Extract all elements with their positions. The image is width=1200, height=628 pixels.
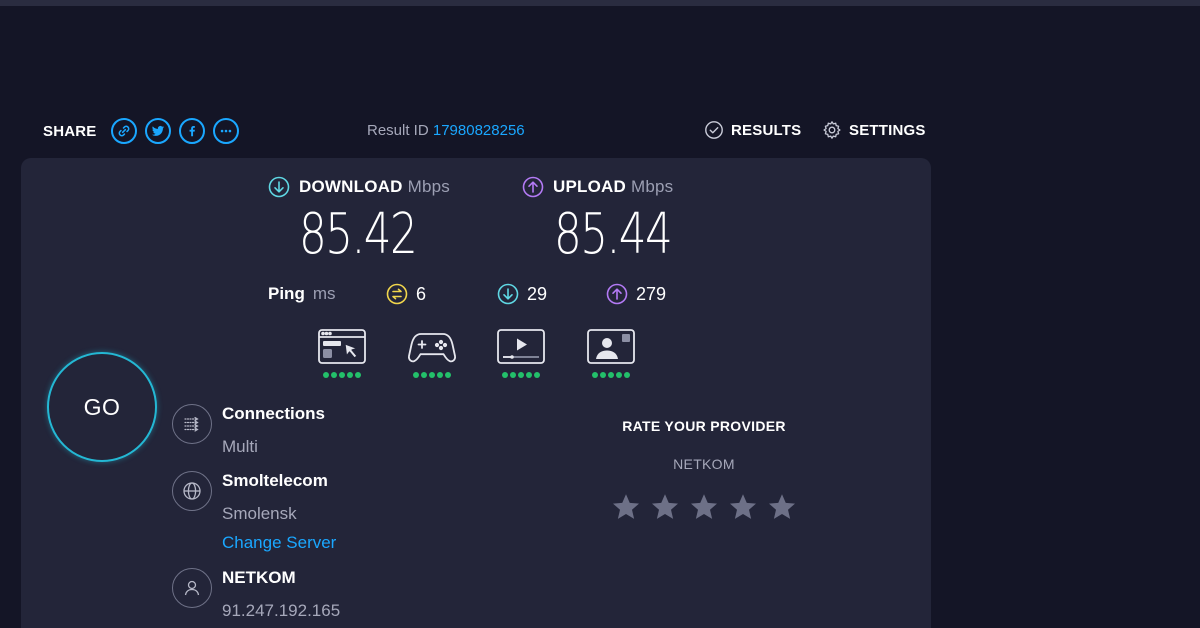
upload-latency-value: 279 <box>636 283 667 304</box>
quality-dots <box>412 372 452 378</box>
quality-dot <box>347 372 353 378</box>
idle-latency: 6 <box>386 282 426 306</box>
upload-value: 85.44 <box>554 202 673 267</box>
results-label: RESULTS <box>731 121 802 139</box>
download-latency: 29 <box>497 282 547 306</box>
upload-arrow-icon <box>522 176 544 198</box>
download-arrow-icon <box>268 176 290 198</box>
connections-title: Connections <box>222 404 325 423</box>
isp-name: NETKOM <box>222 568 296 587</box>
upload-latency-icon <box>606 283 628 305</box>
star-icon[interactable] <box>767 492 797 522</box>
rate-title: RATE YOUR PROVIDER <box>622 418 786 434</box>
quality-dot <box>445 372 451 378</box>
quality-dot <box>624 372 630 378</box>
star-icon[interactable] <box>728 492 758 522</box>
go-button[interactable]: GO <box>47 352 157 462</box>
quality-dot <box>534 372 540 378</box>
settings-label: SETTINGS <box>849 121 926 139</box>
idle-latency-value: 6 <box>416 283 427 304</box>
rate-provider-name: NETKOM <box>673 456 735 472</box>
quality-dot <box>331 372 337 378</box>
link-icon[interactable] <box>110 118 137 144</box>
ping-row: Ping ms 6 29 279 <box>268 282 666 306</box>
upload-unit: Mbps <box>630 177 674 196</box>
more-icon[interactable] <box>212 118 239 144</box>
download-label: DOWNLOAD <box>299 177 403 196</box>
upload-metric: UPLOAD Mbps 85.44 <box>522 176 704 267</box>
result-id: Result ID 17980828256 <box>367 122 525 139</box>
quality-dot <box>592 372 598 378</box>
video-call-icon <box>587 329 635 364</box>
result-id-link[interactable]: 17980828256 <box>433 122 525 139</box>
ping-label: Ping <box>268 284 305 303</box>
quality-dot <box>413 372 419 378</box>
share-bar: SHARE <box>43 116 239 146</box>
quality-dot <box>339 372 345 378</box>
ping-unit: ms <box>312 284 336 303</box>
connections-mode[interactable]: Multi <box>222 437 325 457</box>
change-server-link[interactable]: Change Server <box>222 533 336 553</box>
quality-dots <box>322 372 362 378</box>
quality-dot <box>518 372 524 378</box>
download-latency-icon <box>497 283 519 305</box>
quality-dot <box>616 372 622 378</box>
rate-provider: RATE YOUR PROVIDER NETKOM <box>584 418 824 522</box>
download-metric: DOWNLOAD Mbps 85.42 <box>268 176 450 267</box>
results-button[interactable]: RESULTS <box>704 120 801 140</box>
globe-icon <box>172 471 212 511</box>
user-icon <box>172 568 212 608</box>
web-browsing-quality[interactable] <box>316 328 368 378</box>
star-rating <box>584 492 824 522</box>
connections-icon <box>172 404 212 444</box>
quality-dot <box>608 372 614 378</box>
server-name: Smoltelecom <box>222 471 328 490</box>
result-id-label: Result ID <box>367 122 429 139</box>
quality-dot <box>600 372 606 378</box>
web-browsing-icon <box>318 329 366 364</box>
star-icon[interactable] <box>650 492 680 522</box>
video-streaming-icon <box>497 329 545 364</box>
quality-dot <box>421 372 427 378</box>
gaming-icon <box>408 333 456 363</box>
quality-dot <box>429 372 435 378</box>
quality-dot <box>510 372 516 378</box>
idle-latency-icon <box>386 283 408 305</box>
quality-dot <box>526 372 532 378</box>
star-icon[interactable] <box>689 492 719 522</box>
download-latency-value: 29 <box>527 283 548 304</box>
server-location: Smolensk <box>222 504 297 523</box>
gaming-quality[interactable] <box>406 328 458 378</box>
quality-dot <box>502 372 508 378</box>
quality-dots <box>501 372 541 378</box>
download-unit: Mbps <box>407 177 450 196</box>
check-circle-icon <box>705 121 723 139</box>
settings-button[interactable]: SETTINGS <box>822 120 926 140</box>
facebook-icon[interactable] <box>178 118 205 144</box>
top-bar <box>0 0 1200 6</box>
ip-address: 91.247.192.165 <box>222 601 341 620</box>
upload-label: UPLOAD <box>553 177 626 196</box>
quality-dots <box>591 372 631 378</box>
share-label: SHARE <box>43 122 97 140</box>
twitter-icon[interactable] <box>144 118 171 144</box>
video-call-quality[interactable] <box>585 328 637 378</box>
quality-dot <box>355 372 361 378</box>
result-panel: DOWNLOAD Mbps 85.42 UPLOAD Mbps 85.44 Pi… <box>21 158 931 628</box>
gear-icon <box>823 121 841 139</box>
quality-dot <box>323 372 329 378</box>
quality-dot <box>437 372 443 378</box>
upload-latency: 279 <box>606 282 666 306</box>
download-value: 85.42 <box>299 202 418 267</box>
star-icon[interactable] <box>611 492 641 522</box>
video-streaming-quality[interactable] <box>495 328 547 378</box>
